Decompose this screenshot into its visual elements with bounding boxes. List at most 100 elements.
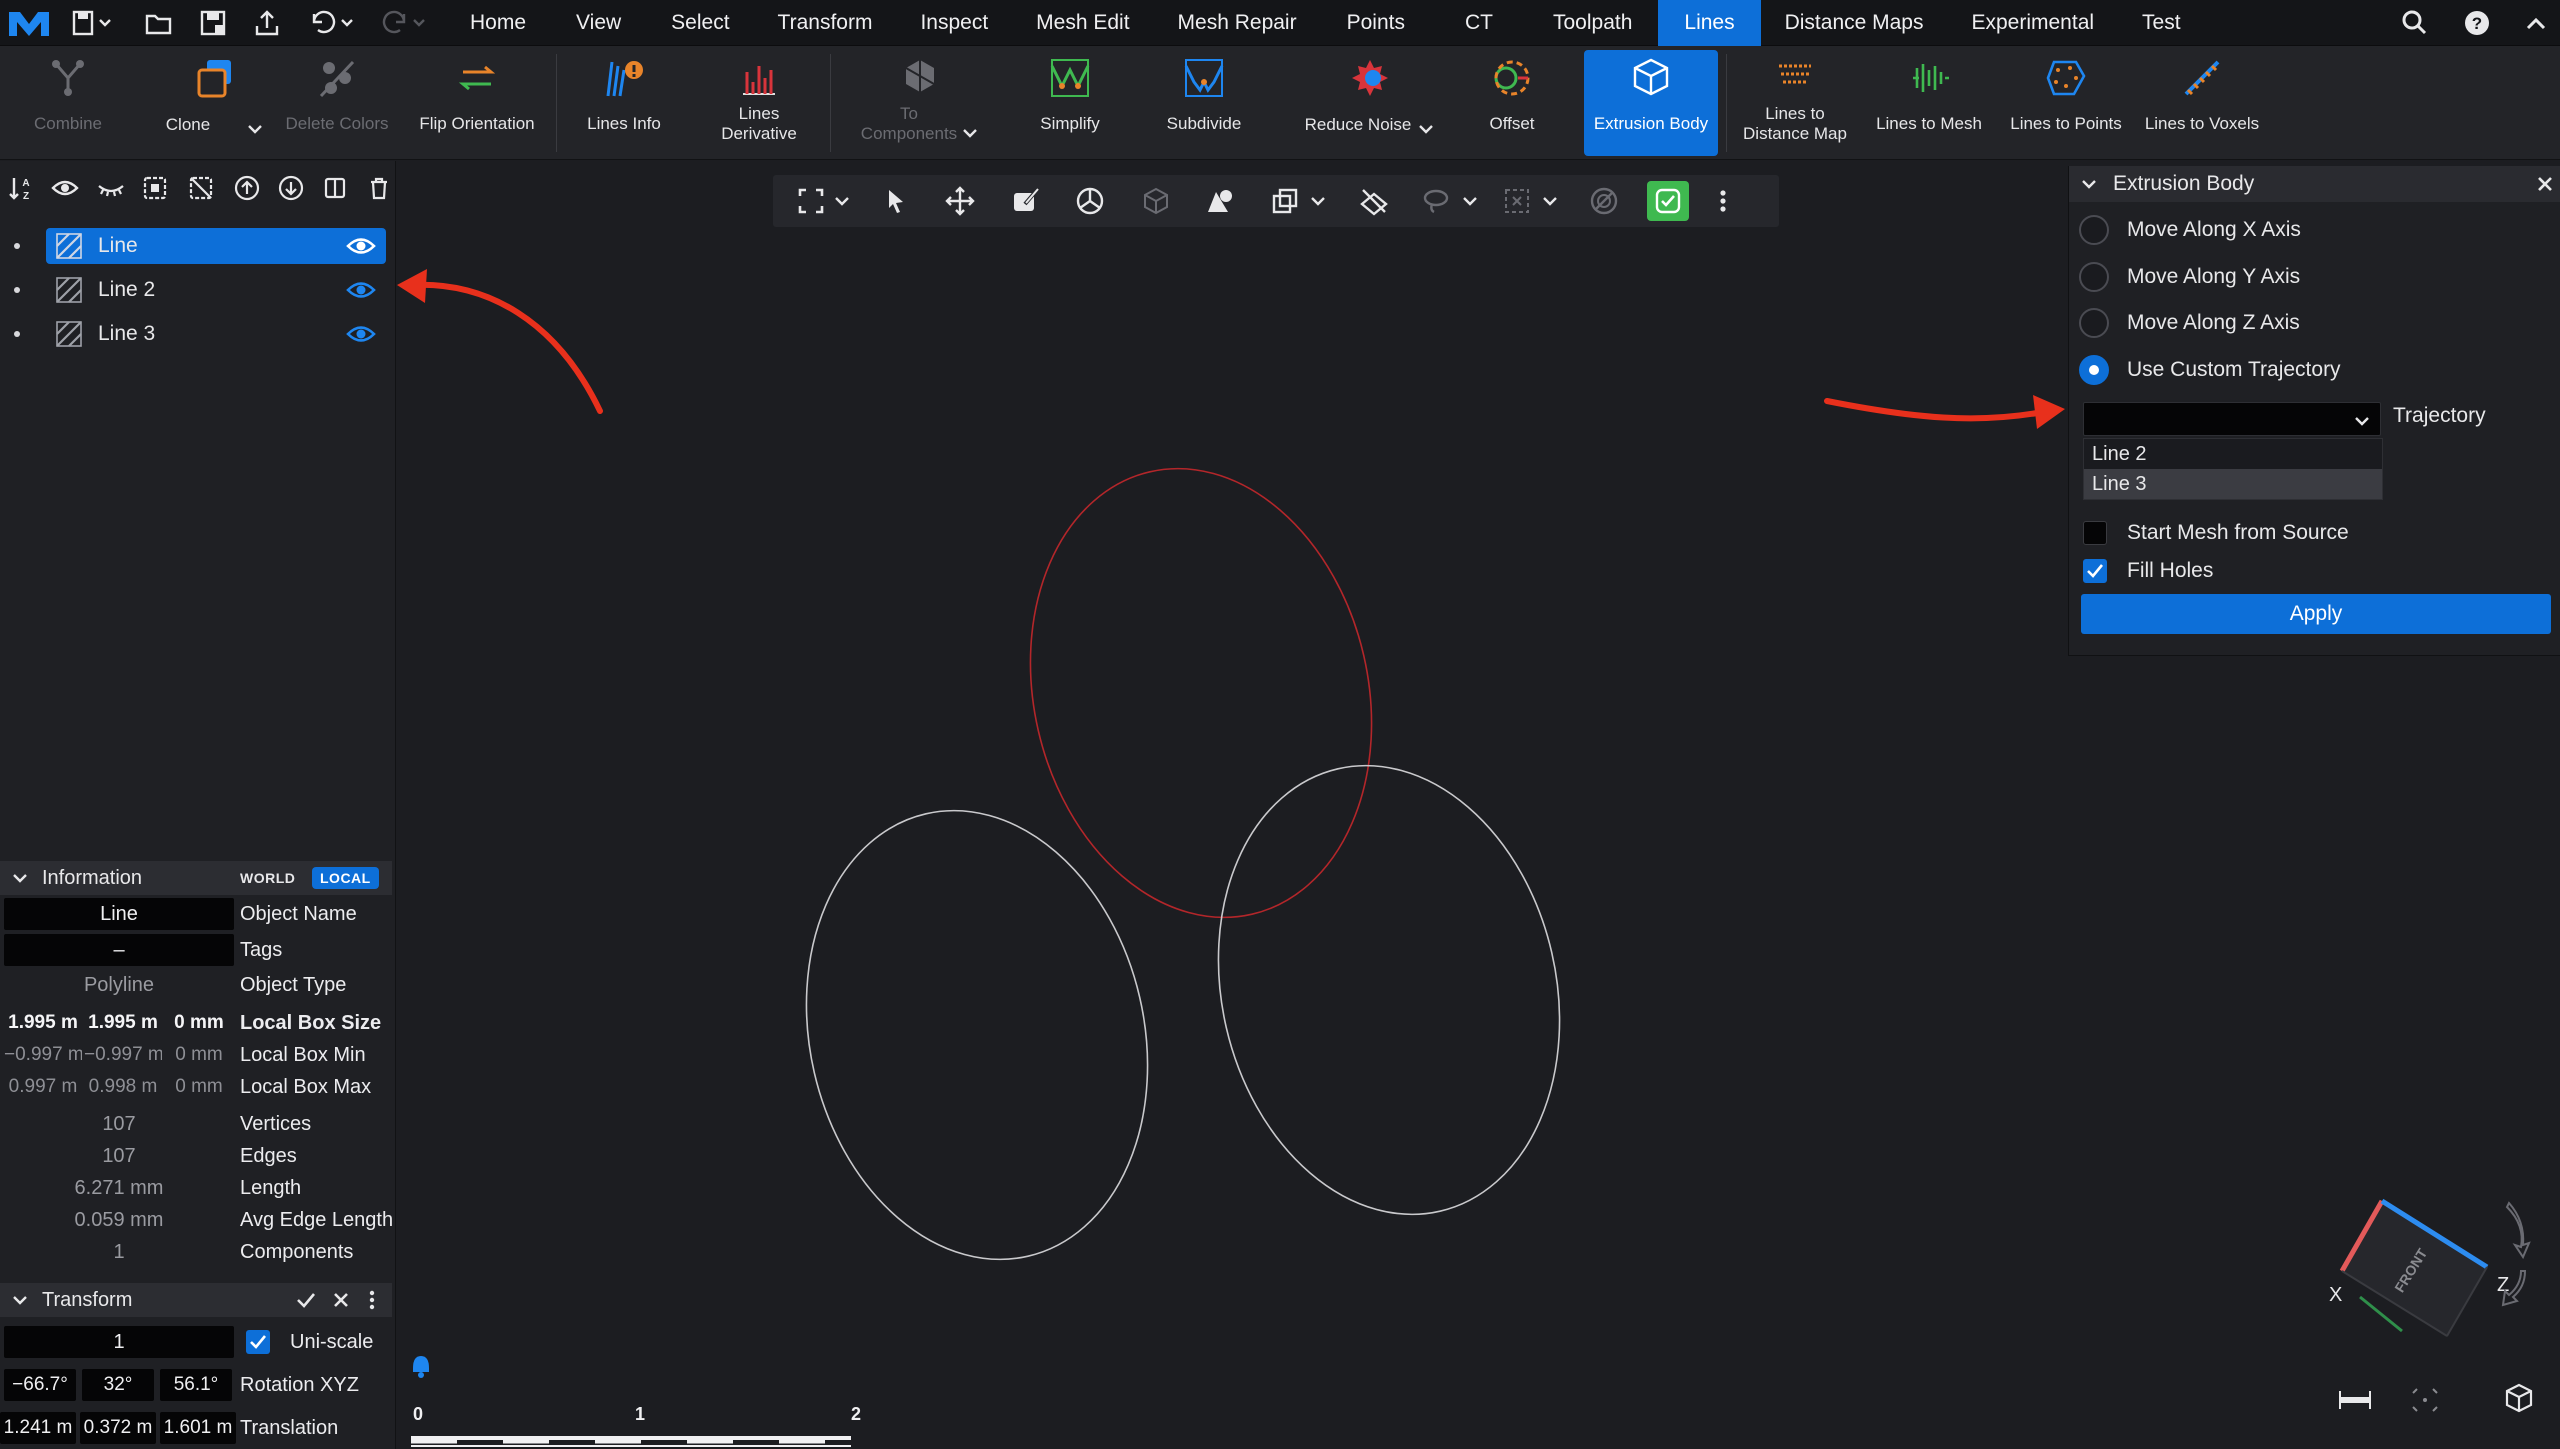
tab-experimental[interactable]: Experimental	[1947, 0, 2118, 46]
object-select-icon[interactable]	[1201, 183, 1239, 219]
tags-field[interactable]: –	[4, 934, 234, 966]
subdivide-button[interactable]: Subdivide	[1156, 50, 1252, 156]
tab-toolpath[interactable]: Toolpath	[1527, 0, 1658, 46]
lines-derivative-button[interactable]: Lines Derivative	[704, 50, 814, 156]
open-folder-icon[interactable]	[144, 8, 174, 38]
chevron-down-icon[interactable]	[246, 122, 264, 136]
lasso-icon[interactable]	[1419, 183, 1485, 219]
fit-selection-icon[interactable]	[793, 183, 857, 219]
tab-view[interactable]: View	[550, 0, 647, 46]
fit-view-icon[interactable]	[2412, 1388, 2438, 1412]
radio-move-z[interactable]: Move Along Z Axis	[2079, 303, 2300, 343]
world-toggle[interactable]: WORLD	[232, 867, 303, 889]
curve-line-selected[interactable]	[987, 434, 1415, 951]
translation-z-field[interactable]: 1.601 m	[160, 1412, 236, 1444]
dropdown-option-line-3[interactable]: Line 3	[2084, 469, 2382, 499]
uniscale-checkbox[interactable]	[246, 1330, 270, 1354]
start-mesh-from-source-row[interactable]: Start Mesh from Source	[2083, 516, 2349, 550]
transform-mode-icon[interactable]	[1267, 183, 1333, 219]
tab-distance-maps[interactable]: Distance Maps	[1761, 0, 1948, 46]
close-icon[interactable]	[2537, 176, 2553, 192]
chevron-down-icon[interactable]	[1417, 122, 1435, 136]
select-pointer-icon[interactable]	[877, 183, 915, 219]
cancel-selection-icon[interactable]	[1585, 183, 1623, 219]
lines-to-distance-map-button[interactable]: Lines to Distance Map	[1736, 50, 1854, 156]
hide-all-icon[interactable]	[94, 171, 128, 205]
mesh-select-icon[interactable]	[1137, 183, 1175, 219]
apply-button[interactable]: Apply	[2081, 594, 2551, 634]
move-up-icon[interactable]	[230, 171, 264, 205]
delete-icon[interactable]	[362, 171, 396, 205]
local-toggle[interactable]: LOCAL	[312, 867, 379, 889]
flip-orientation-button[interactable]: Flip Orientation	[412, 50, 542, 156]
dropdown-option-line-2[interactable]: Line 2	[2084, 439, 2382, 469]
split-view-icon[interactable]	[318, 171, 352, 205]
lines-info-button[interactable]: Lines Info	[576, 50, 672, 156]
tab-lines[interactable]: Lines	[1658, 0, 1761, 46]
tree-item-line[interactable]: Line	[46, 228, 386, 264]
box-select-icon[interactable]	[1499, 183, 1565, 219]
extrusion-body-button[interactable]: Extrusion Body	[1584, 50, 1718, 156]
tab-mesh-edit[interactable]: Mesh Edit	[1012, 0, 1153, 46]
fill-holes-row[interactable]: Fill Holes	[2083, 554, 2213, 588]
start-mesh-checkbox[interactable]	[2083, 521, 2107, 545]
tab-select[interactable]: Select	[647, 0, 753, 46]
tab-test[interactable]: Test	[2118, 0, 2205, 46]
lines-to-mesh-button[interactable]: Lines to Mesh	[1870, 50, 1988, 156]
notification-bell-icon[interactable]	[413, 1356, 429, 1378]
move-down-icon[interactable]	[274, 171, 308, 205]
visibility-eye-icon[interactable]	[346, 322, 376, 346]
paint-select-icon[interactable]	[1007, 183, 1045, 219]
select-all-icon[interactable]	[138, 171, 172, 205]
clipping-plane-icon[interactable]	[1355, 183, 1393, 219]
information-header[interactable]: Information WORLD LOCAL	[0, 861, 392, 895]
rotate-view-icon[interactable]	[1071, 183, 1109, 219]
chevron-down-icon[interactable]	[961, 126, 979, 140]
rotate-up-icon[interactable]	[2505, 1201, 2531, 1260]
rotation-x-field[interactable]: −66.7°	[4, 1369, 76, 1401]
ruler-icon[interactable]	[2339, 1391, 2371, 1409]
deselect-all-icon[interactable]	[184, 171, 218, 205]
curve-line-3[interactable]	[1175, 731, 1603, 1248]
collapse-ribbon-icon[interactable]	[2520, 8, 2550, 38]
view-cube-toggle-icon[interactable]	[2505, 1383, 2533, 1413]
radio-button[interactable]	[2079, 215, 2109, 245]
more-vertical-icon[interactable]	[368, 1290, 376, 1310]
tab-points[interactable]: Points	[1321, 0, 1431, 46]
scale-field[interactable]: 1	[4, 1326, 234, 1358]
rotation-y-field[interactable]: 32°	[82, 1369, 154, 1401]
save-as-icon[interactable]	[70, 8, 116, 38]
tree-item-line-2[interactable]: Line 2	[46, 272, 386, 308]
check-icon[interactable]	[296, 1291, 316, 1309]
object-name-field[interactable]: Line	[4, 898, 234, 930]
search-icon[interactable]	[2400, 8, 2430, 38]
tree-item-line-3[interactable]: Line 3	[46, 316, 386, 352]
visibility-eye-icon[interactable]	[346, 234, 376, 258]
redo-icon[interactable]	[378, 8, 430, 38]
radio-custom-trajectory[interactable]: Use Custom Trajectory	[2079, 350, 2341, 390]
offset-button[interactable]: Offset	[1464, 50, 1560, 156]
help-icon[interactable]: ?	[2462, 8, 2492, 38]
export-icon[interactable]	[252, 8, 282, 38]
tab-home[interactable]: Home	[440, 0, 550, 46]
radio-button[interactable]	[2079, 355, 2109, 385]
lines-to-voxels-button[interactable]: Lines to Voxels	[2140, 50, 2264, 156]
translation-y-field[interactable]: 0.372 m	[80, 1412, 156, 1444]
translation-x-field[interactable]: 1.241 m	[0, 1412, 76, 1444]
tab-ct[interactable]: CT	[1431, 0, 1527, 46]
tab-mesh-repair[interactable]: Mesh Repair	[1154, 0, 1321, 46]
delete-colors-button[interactable]: Delete Colors	[282, 50, 392, 156]
radio-button[interactable]	[2079, 308, 2109, 338]
confirm-icon[interactable]	[1647, 181, 1689, 221]
lines-to-points-button[interactable]: Lines to Points	[2004, 50, 2128, 156]
save-scene-icon[interactable]	[198, 8, 228, 38]
undo-icon[interactable]	[306, 8, 358, 38]
reduce-noise-button[interactable]: Reduce Noise	[1300, 50, 1440, 156]
trajectory-select[interactable]	[2083, 402, 2381, 436]
extrusion-panel-header[interactable]: Extrusion Body	[2069, 166, 2560, 202]
simplify-button[interactable]: Simplify	[1022, 50, 1118, 156]
more-vertical-icon[interactable]	[1713, 183, 1733, 219]
clone-button[interactable]: Clone	[160, 50, 270, 156]
radio-button[interactable]	[2079, 262, 2109, 292]
sort-az-icon[interactable]: AZ	[4, 171, 38, 205]
